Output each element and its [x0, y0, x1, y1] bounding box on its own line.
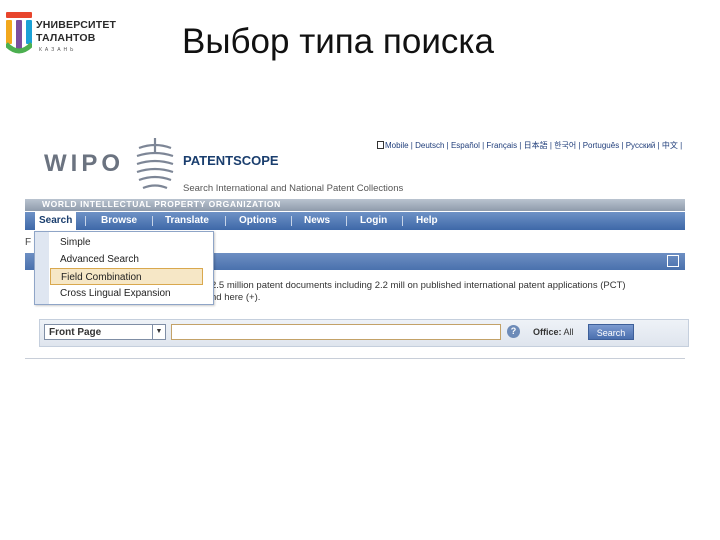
menu-item-advanced-search[interactable]: Advanced Search	[50, 251, 203, 268]
wipo-logo: WIPO	[44, 150, 124, 177]
menu-item-cross-lingual-expansion[interactable]: Cross Lingual Expansion	[50, 285, 203, 302]
nav-translate[interactable]: Translate	[165, 212, 209, 230]
org-bar-label: WORLD INTELLECTUAL PROPERTY ORGANIZATION	[42, 199, 281, 209]
bottom-divider	[25, 358, 685, 359]
slide-title: Выбор типа поиска	[182, 22, 494, 61]
patentscope-subtitle: Search International and National Patent…	[183, 183, 404, 194]
nav-news[interactable]: News	[304, 212, 330, 230]
dropdown-strip	[35, 232, 49, 304]
nav-separator	[402, 216, 403, 226]
nav-search[interactable]: Search	[35, 212, 77, 230]
logo-line2: ТАЛАНТОВ	[36, 32, 96, 44]
menu-item-field-combination[interactable]: Field Combination	[50, 268, 203, 285]
field-select-value: Front Page	[49, 327, 102, 338]
language-links[interactable]: Mobile | Deutsch | Español | Français | …	[377, 140, 682, 151]
nav-separator	[225, 216, 226, 226]
description-line1: 2.5 million patent documents including 2…	[211, 280, 626, 291]
nav-separator	[85, 216, 86, 226]
search-dropdown-menu: Simple Advanced Search Field Combination…	[34, 231, 214, 305]
nav-separator	[291, 216, 292, 226]
office-filter[interactable]: Office: All	[533, 327, 574, 337]
search-input[interactable]	[171, 324, 501, 340]
patentscope-title: PATENTSCOPE	[183, 153, 279, 168]
nav-help[interactable]: Help	[416, 212, 438, 230]
menu-item-simple[interactable]: Simple	[50, 234, 203, 251]
nav-options[interactable]: Options	[239, 212, 277, 230]
wipo-globe-icon	[136, 138, 174, 190]
mobile-icon	[377, 141, 384, 149]
nav-separator	[152, 216, 153, 226]
search-panel: Front Page ▼ ? Office: All Search	[39, 319, 689, 347]
nav-login[interactable]: Login	[360, 212, 387, 230]
field-select[interactable]: Front Page ▼	[44, 324, 166, 340]
office-value: All	[563, 327, 574, 337]
patentscope-screenshot: WIPO PATENTSCOPE Search International an…	[25, 128, 689, 364]
description-line2[interactable]: nd here (+).	[211, 292, 260, 303]
org-bar: WORLD INTELLECTUAL PROPERTY ORGANIZATION	[25, 199, 685, 211]
search-button[interactable]: Search	[588, 324, 634, 340]
logo-line3: КАЗАНЬ	[39, 47, 77, 53]
office-label: Office:	[533, 327, 562, 337]
university-logo: УНИВЕРСИТЕТ ТАЛАНТОВ КАЗАНЬ	[4, 10, 124, 62]
language-list[interactable]: Mobile | Deutsch | Español | Français | …	[385, 141, 682, 150]
breadcrumb: F	[25, 237, 32, 248]
nav-separator	[346, 216, 347, 226]
help-icon[interactable]: ?	[507, 325, 520, 338]
university-logo-icon	[6, 12, 32, 54]
chevron-down-icon[interactable]: ▼	[152, 325, 165, 339]
nav-browse[interactable]: Browse	[101, 212, 137, 230]
main-nav: Search Browse Translate Options News Log…	[25, 212, 685, 230]
expand-icon[interactable]	[667, 255, 679, 267]
logo-line1: УНИВЕРСИТЕТ	[36, 19, 117, 31]
